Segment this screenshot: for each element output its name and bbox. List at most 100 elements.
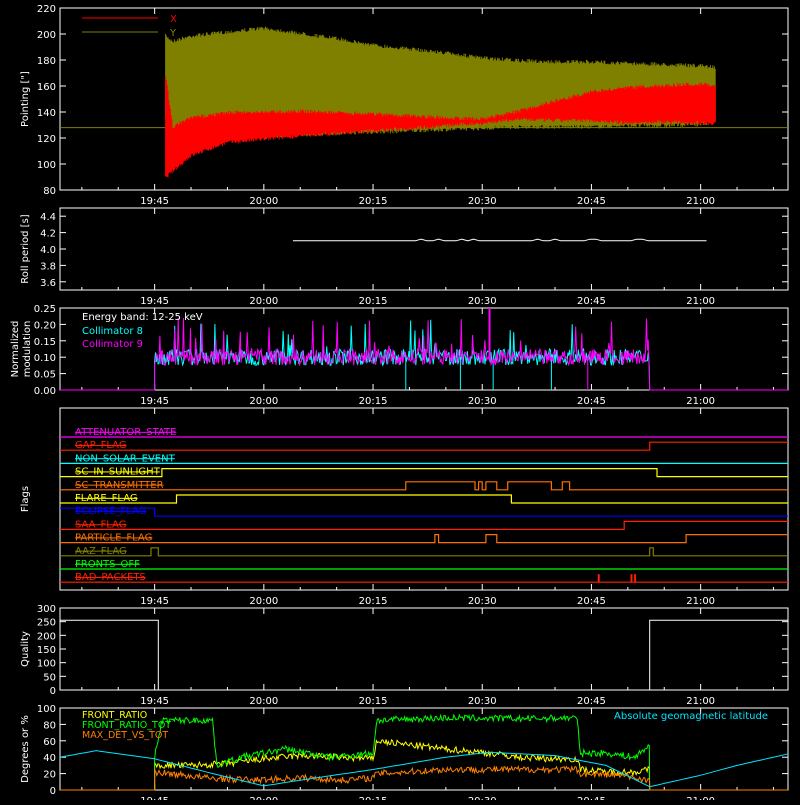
panel-4-xtick-label: 21:00 xyxy=(686,696,715,707)
panel-4-ytick-label: 50 xyxy=(43,672,56,683)
panel-1-ylabel: Roll period [s] xyxy=(20,214,31,283)
panel-3-ylabel: Flags xyxy=(20,486,31,512)
panel-1-xtick-label: 19:45 xyxy=(140,296,169,307)
panel-5-ytick-label: 80 xyxy=(43,720,56,731)
panel-2-ytick-label: 0.00 xyxy=(34,386,56,397)
panel-1-xtick-label: 21:00 xyxy=(686,296,715,307)
panel-4-xtick-label: 20:00 xyxy=(249,696,278,707)
flag-label-3: SC_IN_SUNLIGHT xyxy=(75,467,161,478)
flag-trace-9 xyxy=(60,547,788,557)
panel-2-ylabel-line1: Normalized xyxy=(10,321,21,378)
quality-series xyxy=(60,619,788,691)
modulation-legend-1: Collimator 9 xyxy=(82,339,143,350)
panel-1-frame xyxy=(59,207,789,291)
panel-3-xtick-label: 21:00 xyxy=(686,596,715,607)
panel-1-ytick-label: 4.4 xyxy=(40,212,56,223)
panel-4-ytick-label: 250 xyxy=(37,618,56,629)
panel-2-ytick-label: 0.05 xyxy=(34,370,56,381)
modulation-energy-band: Energy band: 12-25 keV xyxy=(82,312,203,323)
panel-3-xtick-label: 20:15 xyxy=(359,596,388,607)
panel-2-xtick-label: 21:00 xyxy=(686,396,715,407)
panel-5-xtick-label: 21:00 xyxy=(686,796,715,800)
panel-4-ytick-label: 0 xyxy=(50,686,56,697)
flag-trace-7 xyxy=(60,520,788,530)
panel-0-xtick-label: 20:45 xyxy=(577,196,606,207)
panel-1-ytick-label: 3.8 xyxy=(40,261,56,272)
ratio-series-3 xyxy=(59,750,789,788)
panel-4-ylabel: Quality xyxy=(20,631,31,667)
panel-2-xtick-label: 20:15 xyxy=(359,396,388,407)
flag-trace-3 xyxy=(60,468,788,478)
quicklook-plot-stack: 19:45 20:00 20:15 20:30 20:45 21:00 80 100 120 14… xyxy=(10,4,789,805)
panel-2-xtick-label: 19:45 xyxy=(140,396,169,407)
panel-0-xtick-label: 20:00 xyxy=(249,196,278,207)
panel-5-ytick-label: 60 xyxy=(43,737,56,748)
flag-label-0: ATTENUATOR_STATE xyxy=(75,427,176,438)
panel-3-xtick-label: 20:45 xyxy=(577,596,606,607)
panel-1-xtick-label: 20:45 xyxy=(577,296,606,307)
panel-0-xtick-label: 20:15 xyxy=(359,196,388,207)
panel-5-ylabel: Degrees or % xyxy=(20,715,31,783)
panel-1-ytick-label: 3.6 xyxy=(40,278,56,289)
panel-4-xtick-label: 20:30 xyxy=(468,696,497,707)
flag-trace-4 xyxy=(60,481,788,491)
panel-5-ytick-label: 40 xyxy=(43,753,56,764)
quicklook-figure: 19:45 20:00 20:15 20:30 20:45 21:00 80 100 120 14… xyxy=(0,0,800,805)
panel-1-xtick-label: 20:00 xyxy=(249,296,278,307)
panel-0-xtick-label: 21:00 xyxy=(686,196,715,207)
panel-5-ytick-label: 20 xyxy=(43,770,56,781)
panel-5-xtick-label: 19:45 xyxy=(140,796,169,800)
panel-2-ylabel-line2: modulation xyxy=(22,321,33,378)
flag-label-7: SAA_FLAG xyxy=(75,519,126,530)
ratio-legend-2: MAX_DET_VS_TOT xyxy=(82,730,168,741)
flag-label-10: FRONTS_OFF xyxy=(75,559,140,570)
panel-3-xtick-label: 19:45 xyxy=(140,596,169,607)
panel-0-ytick-label: 160 xyxy=(37,82,56,93)
panel-2-ytick-label: 0.25 xyxy=(34,304,56,315)
panel-1-xtick-label: 20:15 xyxy=(359,296,388,307)
panel-0-ytick-label: 220 xyxy=(37,4,56,15)
modulation-legend-0: Collimator 8 xyxy=(82,326,143,337)
panel-4-xtick-label: 20:45 xyxy=(577,696,606,707)
panel-3-xtick-label: 20:00 xyxy=(249,596,278,607)
panel-2-xtick-label: 20:00 xyxy=(249,396,278,407)
panel-5-xtick-label: 20:30 xyxy=(468,796,497,800)
panel-3-xtick-label: 20:30 xyxy=(468,596,497,607)
panel-0-ytick-label: 100 xyxy=(37,160,56,171)
panel-4-xtick-label: 20:15 xyxy=(359,696,388,707)
panel-4-xtick-label: 19:45 xyxy=(140,696,169,707)
panel-0-ytick-label: 180 xyxy=(37,56,56,67)
legend-label-X: X xyxy=(170,14,177,25)
flag-trace-6 xyxy=(60,507,788,517)
flag-label-4: SC_TRANSMITTER xyxy=(75,480,164,491)
panel-4-ytick-label: 200 xyxy=(37,631,56,642)
flag-label-1: GAP_FLAG xyxy=(75,440,127,451)
roll-period-series xyxy=(292,238,707,242)
panel-5-xtick-label: 20:00 xyxy=(249,796,278,800)
panel-0-ytick-label: 140 xyxy=(37,108,56,119)
panel-2-ytick-label: 0.10 xyxy=(34,353,56,364)
geomag-latitude-label: Absolute geomagnetic latitude xyxy=(614,711,768,722)
flag-trace-8 xyxy=(60,534,788,544)
panel-4-ytick-label: 300 xyxy=(37,604,56,615)
flag-label-11: BAD_PACKETS xyxy=(75,572,146,583)
panel-5-ytick-label: 0 xyxy=(50,786,56,797)
panel-2-ytick-label: 0.15 xyxy=(34,337,56,348)
panel-5-xtick-label: 20:45 xyxy=(577,796,606,800)
flag-label-2: NON_SOLAR_EVENT xyxy=(75,453,176,464)
panel-1-ytick-label: 4.2 xyxy=(40,229,56,240)
legend-label-Y: Y xyxy=(169,28,177,39)
panel-0-xtick-label: 19:45 xyxy=(140,196,169,207)
flag-trace-1 xyxy=(60,441,788,451)
panel-0-ytick-label: 120 xyxy=(37,134,56,145)
panel-4-ytick-label: 100 xyxy=(37,659,56,670)
panel-5-xtick-label: 20:15 xyxy=(359,796,388,800)
panel-0-xtick-label: 20:30 xyxy=(468,196,497,207)
panel-1-xtick-label: 20:30 xyxy=(468,296,497,307)
panel-5-ytick-label: 100 xyxy=(37,704,56,715)
flag-trace-5 xyxy=(60,494,788,504)
panel-0-ylabel: Pointing ["] xyxy=(20,71,31,127)
panel-1-ytick-label: 4.0 xyxy=(40,245,56,256)
panel-0-ytick-label: 80 xyxy=(43,186,56,197)
panel-4-ytick-label: 150 xyxy=(37,645,56,656)
